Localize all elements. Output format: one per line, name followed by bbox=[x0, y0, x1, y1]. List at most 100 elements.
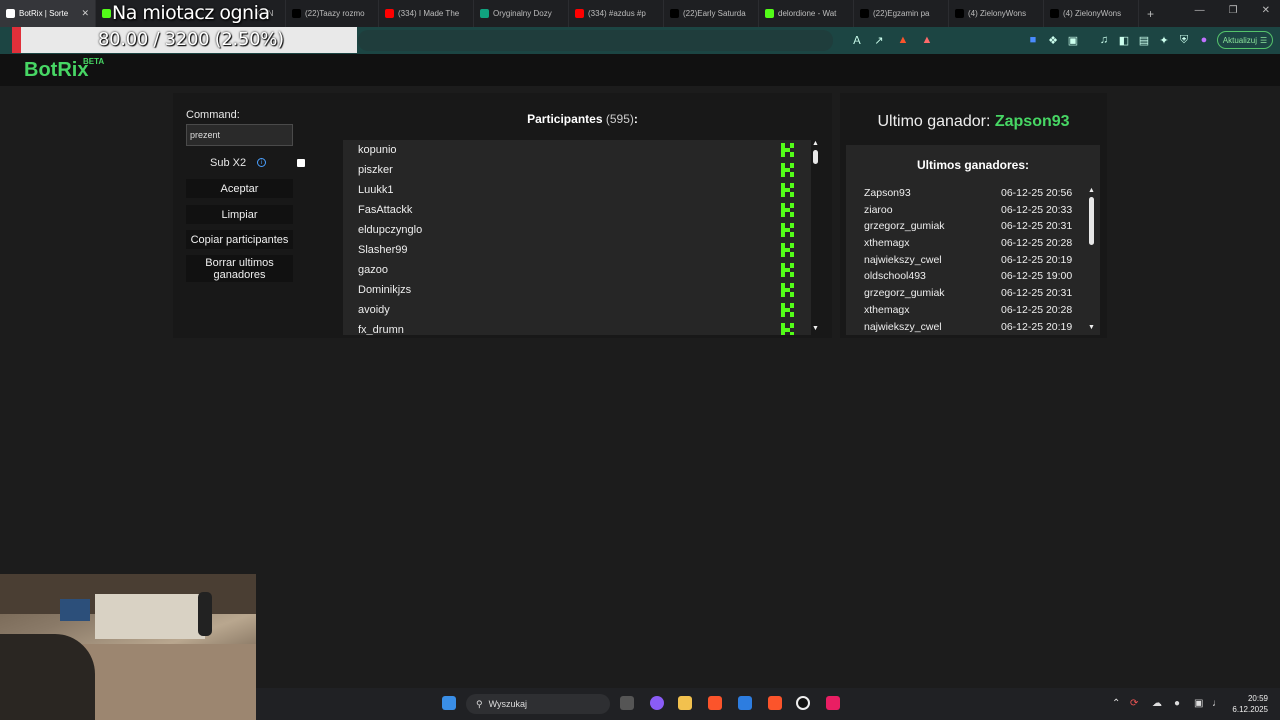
copy-participants-button[interactable]: Copiar participantes bbox=[186, 230, 293, 249]
brave-shields-icon[interactable]: ▲ bbox=[896, 33, 910, 47]
tray-display-icon[interactable]: ▣ bbox=[1194, 698, 1203, 709]
kick-icon bbox=[781, 323, 794, 335]
winner-row: ziaroo 06-12-25 20:33 bbox=[864, 204, 1079, 221]
winner-name: najwiekszy_cwel bbox=[864, 320, 942, 333]
share-icon[interactable]: ↗ bbox=[872, 33, 886, 47]
browser-tab[interactable]: (22)Taazy rozmo bbox=[286, 0, 379, 27]
tray-volume-icon[interactable]: ♩ bbox=[1212, 698, 1222, 709]
minimize-icon[interactable]: — bbox=[1195, 5, 1205, 16]
tab-label: Oryginalny Dozy bbox=[493, 9, 552, 18]
winner-time: 06-12-25 20:28 bbox=[1001, 237, 1073, 250]
clear-button[interactable]: Limpiar bbox=[186, 205, 293, 224]
info-icon[interactable]: i bbox=[257, 158, 266, 167]
participant-row[interactable]: fx_drumn bbox=[343, 320, 811, 335]
address-bar[interactable] bbox=[358, 30, 833, 51]
obs-icon[interactable] bbox=[796, 696, 810, 710]
update-button[interactable]: Aktualizuj ☰ bbox=[1217, 31, 1273, 49]
scroll-up-icon[interactable]: ▲ bbox=[811, 140, 820, 148]
goal-progress-text: 80.00 / 3200 (2.50%) bbox=[98, 29, 284, 50]
translate-icon[interactable]: Ａ bbox=[850, 33, 864, 47]
tray-mic-icon[interactable]: ● bbox=[1174, 698, 1180, 709]
browser-tab[interactable]: (4) ZielonyWons bbox=[1044, 0, 1139, 27]
accept-button[interactable]: Aceptar bbox=[186, 179, 293, 198]
brave-beta-icon[interactable] bbox=[768, 696, 782, 710]
winner-name: Zapson93 bbox=[864, 187, 911, 199]
brave-rewards-icon[interactable]: ▲ bbox=[920, 33, 934, 47]
tiktok-icon bbox=[670, 9, 679, 18]
scroll-down-icon[interactable]: ▼ bbox=[811, 325, 820, 333]
browser-tab[interactable]: (22)Egzamin pa bbox=[854, 0, 949, 27]
browser-tab[interactable]: (22)Early Saturda bbox=[664, 0, 759, 27]
close-window-icon[interactable]: ✕ bbox=[1262, 5, 1270, 16]
browser-tab[interactable]: (334) #azdus #p bbox=[569, 0, 664, 27]
participant-row[interactable]: eldupczynglo bbox=[343, 220, 811, 240]
store-icon[interactable] bbox=[738, 696, 752, 710]
wallet-icon[interactable]: ▤ bbox=[1137, 33, 1151, 47]
tray-clock[interactable]: 20:59 6.12.2025 bbox=[1232, 693, 1268, 715]
recent-winners-box: Ultimos ganadores: Zapson93 06-12-25 20:5… bbox=[846, 145, 1100, 335]
winner-row: grzegorz_gumiak 06-12-25 20:31 bbox=[864, 220, 1079, 237]
scroll-thumb[interactable] bbox=[1089, 197, 1094, 245]
winner-time: 06-12-25 20:28 bbox=[1001, 303, 1073, 316]
leo-icon[interactable]: ✦ bbox=[1157, 33, 1171, 47]
webcam-feed bbox=[0, 574, 256, 720]
delete-winners-button[interactable]: Borrar ultimos ganadores bbox=[186, 255, 293, 282]
recent-winners-title: Ultimos ganadores: bbox=[916, 158, 1030, 172]
participant-row[interactable]: Dominikjzs bbox=[343, 280, 811, 300]
participant-row[interactable]: kopunio bbox=[343, 140, 811, 160]
winner-row: najwiekszy_cwel 06-12-25 20:19 bbox=[864, 254, 1079, 271]
participant-row[interactable]: FasAttackk bbox=[343, 200, 811, 220]
sidebar-icon[interactable]: ◧ bbox=[1117, 33, 1131, 47]
botrix-logo[interactable]: BotRix bbox=[24, 59, 88, 82]
profile-icon[interactable]: ● bbox=[1197, 33, 1211, 47]
sub-multiplier-checkbox[interactable] bbox=[297, 159, 305, 167]
tray-sync-icon[interactable]: ⟳ bbox=[1130, 698, 1138, 709]
music-icon[interactable]: ♫ bbox=[1097, 33, 1111, 47]
file-explorer-icon[interactable] bbox=[678, 696, 692, 710]
clock-time: 20:59 bbox=[1247, 694, 1268, 703]
winner-time: 06-12-25 20:56 bbox=[1001, 187, 1073, 199]
participants-suffix: : bbox=[633, 112, 638, 126]
new-tab-icon[interactable]: + bbox=[1139, 7, 1162, 21]
copilot-icon[interactable] bbox=[650, 696, 664, 710]
tray-chevron-icon[interactable]: ⌃ bbox=[1112, 698, 1120, 709]
search-icon: ⚲ bbox=[476, 698, 483, 709]
goal-progress-bar: 80.00 / 3200 (2.50%) bbox=[12, 27, 357, 53]
kick-icon bbox=[781, 143, 794, 157]
window-controls: — ❐ ✕ bbox=[1195, 5, 1270, 16]
puzzle-icon[interactable]: ❖ bbox=[1046, 33, 1060, 47]
recent-winners-list[interactable]: Zapson93 06-12-25 20:56 ziaroo 06-12-25 20:… bbox=[864, 187, 1079, 334]
taskbar-search[interactable]: ⚲ Wyszukaj bbox=[466, 694, 610, 714]
brave-icon[interactable] bbox=[708, 696, 722, 710]
browser-tab[interactable]: Oryginalny Dozy bbox=[474, 0, 569, 27]
tab-label: BotRix | Sorte bbox=[19, 9, 69, 18]
participant-row[interactable]: Slasher99 bbox=[343, 240, 811, 260]
browser-tab[interactable]: delordione - Wat bbox=[759, 0, 854, 27]
task-view-icon[interactable] bbox=[620, 696, 634, 710]
vpn-icon[interactable]: ⛨ bbox=[1177, 33, 1191, 47]
browser-tab[interactable]: (334) I Made The bbox=[379, 0, 474, 27]
scroll-thumb[interactable] bbox=[813, 150, 818, 164]
winner-time: 06-12-25 20:31 bbox=[1001, 287, 1073, 300]
scroll-down-icon[interactable]: ▼ bbox=[1087, 324, 1096, 332]
restore-icon[interactable]: ❐ bbox=[1229, 5, 1238, 16]
scroll-up-icon[interactable]: ▲ bbox=[1087, 187, 1096, 195]
menu-icon: ☰ bbox=[1260, 35, 1268, 45]
close-tab-icon[interactable]: ✕ bbox=[81, 8, 89, 19]
extension-icon[interactable]: ■ bbox=[1026, 33, 1040, 47]
participants-scrollbar[interactable]: ▲ ▼ bbox=[811, 140, 820, 335]
participant-row[interactable]: avoidy bbox=[343, 300, 811, 320]
tray-cloud-icon[interactable]: ☁ bbox=[1152, 698, 1162, 709]
winners-scrollbar[interactable]: ▲ ▼ bbox=[1087, 187, 1096, 332]
participants-list[interactable]: kopunio piszker Luukk1 FasAttackk eldupczyng… bbox=[343, 140, 811, 335]
app-icon[interactable] bbox=[826, 696, 840, 710]
last-winner-name: Zapson93 bbox=[994, 113, 1070, 130]
browser-tab[interactable]: (4) ZielonyWons bbox=[949, 0, 1044, 27]
command-input[interactable] bbox=[186, 124, 293, 146]
participant-row[interactable]: gazoo bbox=[343, 260, 811, 280]
browser-tab[interactable]: BotRix | Sorte ✕ bbox=[0, 0, 96, 27]
tab-icon[interactable]: ▣ bbox=[1066, 33, 1080, 47]
start-icon[interactable] bbox=[442, 696, 456, 710]
participant-row[interactable]: Luukk1 bbox=[343, 180, 811, 200]
participant-row[interactable]: piszker bbox=[343, 160, 811, 180]
